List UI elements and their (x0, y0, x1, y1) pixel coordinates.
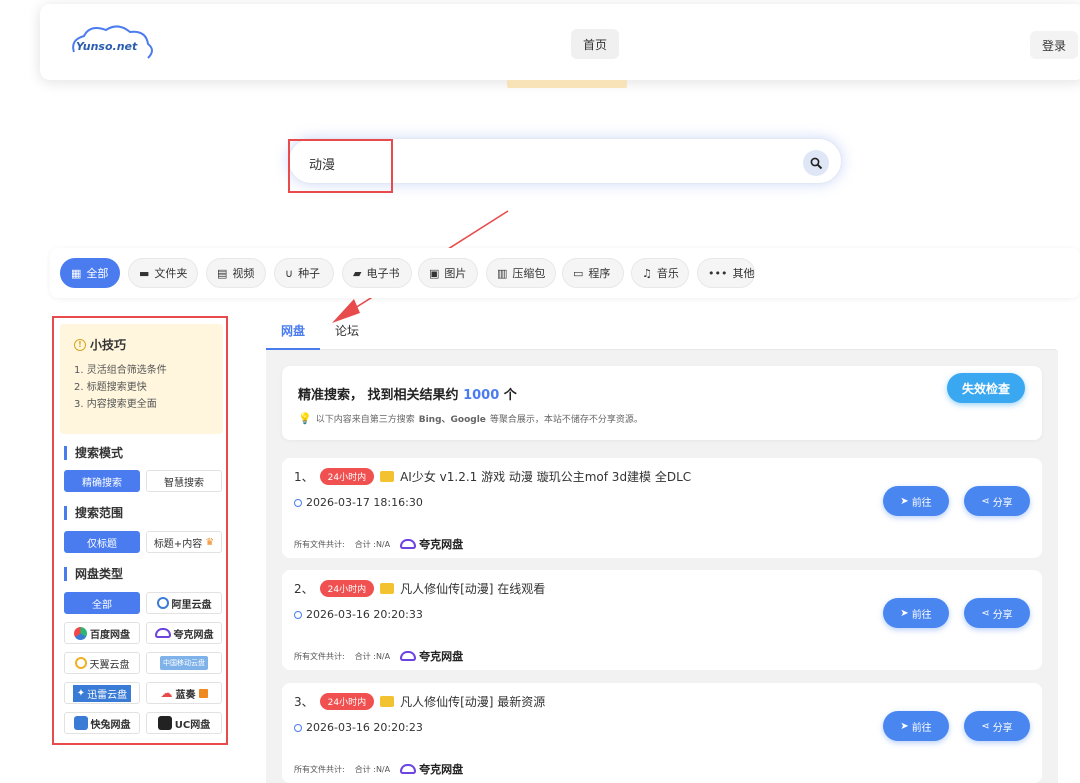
quark-logo-icon (400, 539, 417, 549)
film-icon: ▤ (217, 266, 228, 280)
book-icon: ▰ (353, 266, 362, 280)
result-item: 2、 24小时内 凡人修仙传[动漫] 在线观看 2026-03-16 20:20… (282, 570, 1042, 670)
send-icon: ➤ (900, 607, 909, 619)
quark-logo-icon (400, 764, 417, 774)
result-index: 1、 (294, 470, 314, 484)
result-count: 1000 (463, 388, 500, 403)
magnet-icon: ∪ (285, 266, 294, 280)
go-button[interactable]: ➤ 前往 (883, 711, 949, 741)
go-button[interactable]: ➤ 前往 (883, 486, 949, 516)
files-label: 所有文件共计: (294, 764, 345, 774)
result-item: 1、 24小时内 AI少女 v1.2.1 游戏 动漫 璇玑公主mof 3d建模 … (282, 458, 1042, 558)
total-label: 合计 :N/A (354, 764, 391, 774)
send-icon: ➤ (900, 720, 909, 732)
search-button[interactable] (803, 150, 829, 176)
files-label: 所有文件共计: (294, 651, 345, 661)
clock-icon (294, 723, 302, 732)
share-icon: ⋖ (981, 720, 990, 732)
archive-icon: ▥ (497, 266, 508, 280)
total-label: 合计 :N/A (354, 651, 391, 661)
share-button[interactable]: ⋖ 分享 (964, 711, 1030, 741)
share-icon: ⋖ (981, 607, 990, 619)
folder-icon: ▬ (139, 266, 150, 280)
music-icon: ♫ (642, 266, 652, 280)
summary-title: 精准搜索， 找到相关结果约 1000 个 (298, 388, 517, 403)
category-video[interactable]: ▤ 视频 (206, 258, 266, 288)
image-icon: ▣ (429, 266, 440, 280)
files-label: 所有文件共计: (294, 539, 345, 549)
send-icon: ➤ (900, 495, 909, 507)
clock-icon (294, 498, 302, 507)
hint-strip (507, 80, 627, 88)
category-music[interactable]: ♫ 音乐 (631, 258, 689, 288)
search-icon (810, 157, 822, 169)
provider-name: 夸克网盘 (419, 763, 464, 776)
category-ebook[interactable]: ▰ 电子书 (342, 258, 412, 288)
logo-text: Yunso.net (76, 40, 138, 53)
category-archive[interactable]: ▥ 压缩包 (486, 258, 556, 288)
category-program[interactable]: ▭ 程序 (562, 258, 624, 288)
grid-icon: ▦ (71, 266, 82, 280)
folder-icon (380, 583, 395, 594)
result-summary: 精准搜索， 找到相关结果约 1000 个 💡 以下内容来自第三方搜索 Bing、… (282, 366, 1042, 440)
category-torrent[interactable]: ∪ 种子 (274, 258, 334, 288)
go-button[interactable]: ➤ 前往 (883, 598, 949, 628)
result-time: 2026-03-16 20:20:23 (306, 721, 423, 734)
result-index: 3、 (294, 695, 314, 709)
summary-note: 💡 以下内容来自第三方搜索 Bing、Google 等聚合展示，本站不储存不分享… (298, 412, 643, 425)
category-image[interactable]: ▣ 图片 (418, 258, 478, 288)
tab-forum[interactable]: 论坛 (335, 322, 359, 339)
time-badge: 24小时内 (319, 580, 375, 597)
result-item: 3、 24小时内 凡人修仙传[动漫] 最新资源 2026-03-16 20:20… (282, 683, 1042, 783)
result-time: 2026-03-16 20:20:33 (306, 608, 423, 621)
folder-icon (380, 471, 395, 482)
top-header: Yunso.net 首页 登录 (40, 4, 1080, 80)
lightbulb-icon: 💡 (298, 412, 312, 425)
provider-name: 夸克网盘 (419, 538, 464, 551)
result-title[interactable]: 凡人修仙传[动漫] 最新资源 (400, 693, 545, 710)
folder-icon (380, 696, 395, 707)
result-title[interactable]: 凡人修仙传[动漫] 在线观看 (400, 580, 545, 597)
share-button[interactable]: ⋖ 分享 (964, 598, 1030, 628)
monitor-icon: ▭ (573, 266, 584, 280)
tab-netdisk[interactable]: 网盘 (281, 322, 305, 339)
source-tabs: 网盘 论坛 (266, 316, 1056, 350)
time-badge: 24小时内 (319, 468, 375, 485)
result-time: 2026-03-17 18:16:30 (306, 496, 423, 509)
result-index: 2、 (294, 582, 314, 596)
category-folder[interactable]: ▬ 文件夹 (128, 258, 198, 288)
nav-home[interactable]: 首页 (571, 29, 619, 59)
search-highlight-box (288, 139, 393, 193)
total-label: 合计 :N/A (354, 539, 391, 549)
share-button[interactable]: ⋖ 分享 (964, 486, 1030, 516)
category-all[interactable]: ▦ 全部 (60, 258, 120, 288)
clock-icon (294, 610, 302, 619)
share-icon: ⋖ (981, 495, 990, 507)
quark-logo-icon (400, 651, 417, 661)
provider-name: 夸克网盘 (419, 650, 464, 663)
fail-check-button[interactable]: 失效检查 (947, 373, 1025, 403)
site-logo[interactable]: Yunso.net (68, 22, 158, 64)
category-other[interactable]: ••• 其他 (697, 258, 755, 288)
result-title[interactable]: AI少女 v1.2.1 游戏 动漫 璇玑公主mof 3d建模 全DLC (400, 468, 691, 485)
time-badge: 24小时内 (319, 693, 375, 710)
more-icon: ••• (708, 266, 728, 280)
category-bar: ▦ 全部 ▬ 文件夹 ▤ 视频 ∪ 种子 ▰ 电子书 ▣ 图片 ▥ 压缩包 ▭ 程序 ♫ 音乐 •… (50, 248, 1080, 298)
sidebar-highlight-box (52, 316, 228, 745)
login-button[interactable]: 登录 (1030, 31, 1078, 59)
